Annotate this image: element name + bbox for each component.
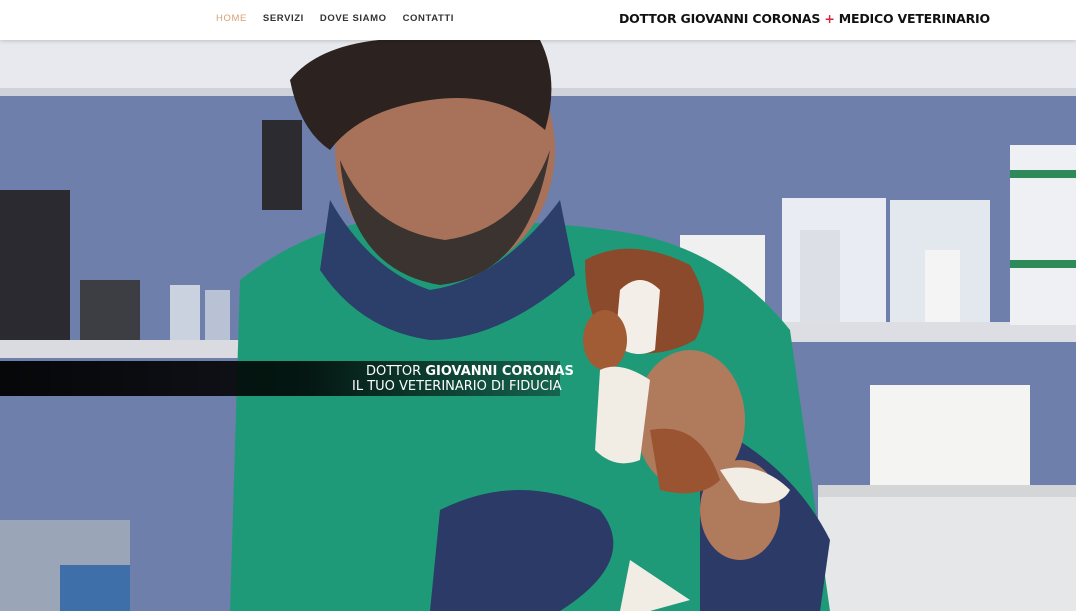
nav-item-dove-siamo[interactable]: DOVE SIAMO <box>320 13 387 24</box>
hero-caption-prefix: DOTTOR <box>366 364 422 379</box>
brand-name: DOTTOR GIOVANNI CORONAS <box>619 11 821 26</box>
brand-title: MEDICO VETERINARIO <box>838 11 990 26</box>
hero-photo <box>0 40 1076 611</box>
nav-item-home[interactable]: HOME <box>216 13 247 24</box>
site-header: HOME SERVIZI DOVE SIAMO CONTATTI DOTTOR … <box>0 0 1076 40</box>
hero-caption-title: DOTTOR GIOVANNI CORONAS <box>366 364 574 379</box>
hero-caption-name: GIOVANNI CORONAS <box>425 364 574 379</box>
nav-item-contatti[interactable]: CONTATTI <box>403 13 454 24</box>
hero-banner <box>0 40 1076 611</box>
main-nav: HOME SERVIZI DOVE SIAMO CONTATTI <box>216 13 470 24</box>
site-brand[interactable]: DOTTOR GIOVANNI CORONAS + MEDICO VETERIN… <box>619 11 990 26</box>
hero-caption-subtitle: IL TUO VETERINARIO DI FIDUCIA <box>352 379 562 394</box>
brand-plus: + <box>824 11 835 26</box>
nav-item-servizi[interactable]: SERVIZI <box>263 13 304 24</box>
